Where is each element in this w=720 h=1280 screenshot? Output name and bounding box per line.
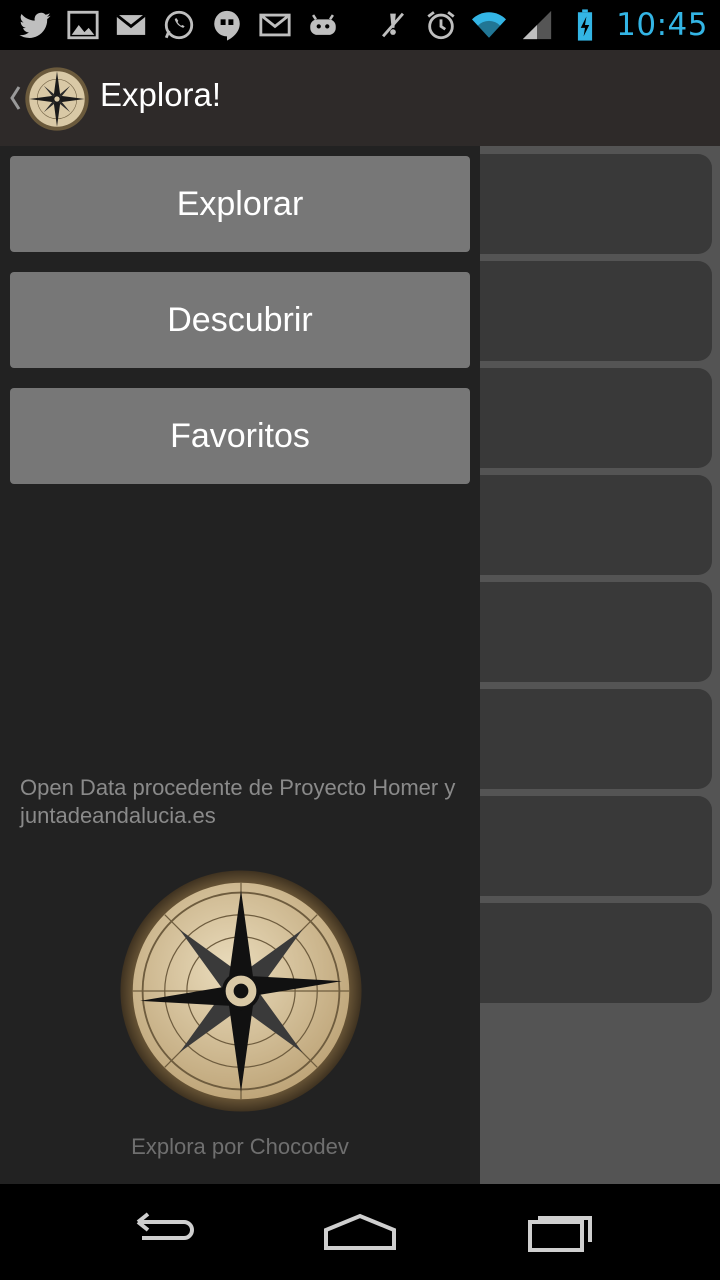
action-bar: Explora! xyxy=(0,50,720,146)
list-item[interactable] xyxy=(440,903,712,1003)
signal-icon xyxy=(522,10,552,40)
recent-apps-icon[interactable] xyxy=(522,1208,602,1258)
list-item[interactable] xyxy=(440,582,712,682)
email-icon xyxy=(259,13,291,37)
back-icon[interactable] xyxy=(120,1208,200,1258)
favoritos-button[interactable]: Favoritos xyxy=(10,388,470,484)
status-clock: 10:45 xyxy=(616,7,708,43)
alarm-icon xyxy=(427,11,455,40)
system-icons: 10:45 xyxy=(376,6,708,44)
home-icon[interactable] xyxy=(320,1208,400,1258)
navigation-drawer: Explorar Descubrir Favoritos Open Data p… xyxy=(0,146,480,1184)
android-icon xyxy=(310,14,336,35)
descubrir-button[interactable]: Descubrir xyxy=(10,272,470,368)
explorar-button[interactable]: Explorar xyxy=(10,156,470,252)
chevron-left-icon[interactable] xyxy=(8,84,22,112)
list-item[interactable] xyxy=(440,475,712,575)
list-item[interactable] xyxy=(440,796,712,896)
compass-icon[interactable] xyxy=(24,66,90,132)
hangouts-icon xyxy=(214,10,240,41)
list-item[interactable] xyxy=(440,368,712,468)
app-title[interactable]: Explora! xyxy=(100,76,221,114)
wifi-icon xyxy=(472,12,507,38)
footer-credit: Explora por Chocodev xyxy=(131,1134,349,1159)
open-data-credit: Open Data procedente de Proyecto Homer y… xyxy=(20,775,456,828)
battery-charging-icon xyxy=(578,9,593,41)
whatsapp-icon xyxy=(164,10,194,40)
notification-icons xyxy=(18,6,340,44)
twitter-icon xyxy=(19,12,51,38)
list-item[interactable] xyxy=(440,689,712,789)
list-item[interactable] xyxy=(440,261,712,361)
compass-icon xyxy=(120,870,362,1112)
gmail-icon xyxy=(115,13,147,35)
status-bar: 10:45 xyxy=(0,0,720,50)
gallery-icon xyxy=(67,10,99,40)
mute-icon xyxy=(382,12,405,38)
list-item[interactable] xyxy=(440,154,712,254)
navigation-bar xyxy=(0,1184,720,1280)
